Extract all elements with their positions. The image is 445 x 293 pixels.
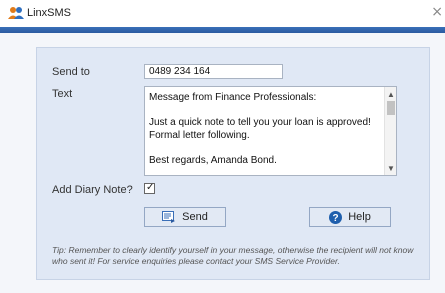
help-button[interactable]: ? Help (309, 207, 391, 227)
send-button-label: Send (182, 211, 208, 223)
scroll-thumb[interactable] (387, 101, 395, 115)
send-icon (162, 211, 176, 223)
window-title: LinxSMS (27, 7, 72, 19)
help-button-label: Help (348, 211, 371, 223)
scroll-down-icon[interactable]: ▼ (387, 164, 395, 173)
send-button[interactable]: Send (144, 207, 226, 227)
message-textarea[interactable]: Message from Finance Professionals: Just… (144, 86, 397, 176)
diary-note-label: Add Diary Note? (52, 184, 133, 196)
dialog-body: Send to 0489 234 164 Text Message from F… (0, 33, 445, 293)
scroll-up-icon[interactable]: ▲ (387, 90, 395, 99)
svg-text:?: ? (333, 213, 339, 224)
form-panel: Send to 0489 234 164 Text Message from F… (36, 47, 430, 280)
help-icon: ? (329, 210, 343, 224)
users-icon (8, 7, 24, 19)
diary-note-checkbox[interactable]: ✓ (144, 182, 155, 194)
close-icon[interactable]: × (431, 4, 443, 20)
send-to-input[interactable]: 0489 234 164 (144, 64, 283, 79)
message-scrollbar[interactable]: ▲ ▼ (384, 87, 396, 175)
tip-text: Tip: Remember to clearly identify yourse… (52, 245, 414, 266)
text-label: Text (52, 88, 73, 100)
message-text: Message from Finance Professionals: Just… (149, 92, 371, 166)
send-to-label: Send to (52, 66, 90, 78)
title-bar: LinxSMS × (0, 0, 445, 27)
checkmark-icon: ✓ (146, 182, 155, 193)
